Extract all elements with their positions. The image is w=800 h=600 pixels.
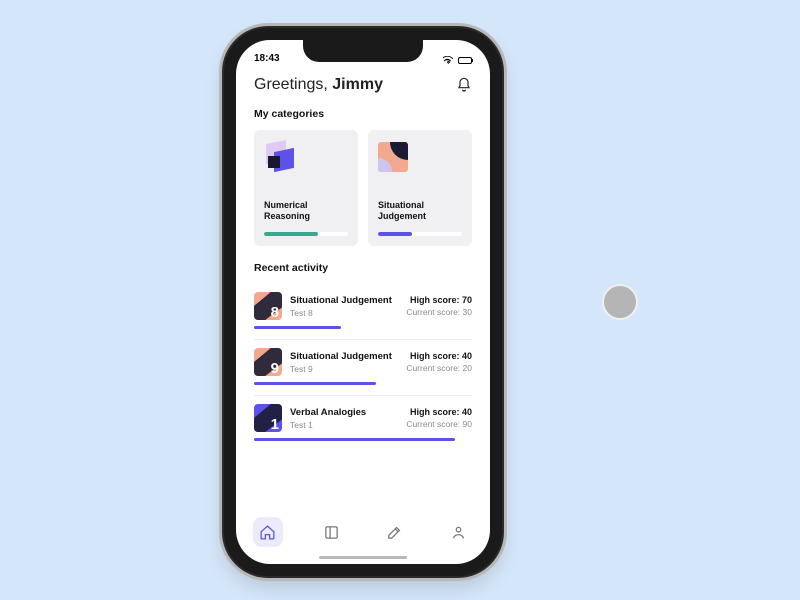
greeting: Greetings, Jimmy [254, 76, 383, 94]
activity-high-score: High score: 40 [410, 351, 472, 361]
activity-current-score: Current score: 20 [406, 363, 472, 373]
activity-badge: 8 [254, 292, 282, 320]
greeting-prefix: Greetings, [254, 76, 332, 93]
activity-progress [254, 438, 455, 441]
category-label: Situational Judgement [378, 200, 462, 223]
activity-title: Situational Judgement [290, 351, 398, 362]
phone-notch [303, 40, 423, 62]
phone-screen: 18:43 Greetings, Jimmy My categories [236, 40, 490, 564]
wifi-icon [443, 56, 454, 64]
status-time: 18:43 [254, 53, 280, 64]
status-icons [443, 56, 472, 64]
activity-heading: Recent activity [254, 262, 472, 274]
category-icon-situational [378, 142, 408, 172]
home-indicator[interactable] [319, 556, 407, 559]
activity-subtitle: Test 1 [290, 420, 398, 430]
activity-title: Situational Judgement [290, 295, 398, 306]
activity-high-score: High score: 70 [410, 295, 472, 305]
activity-progress [254, 382, 376, 385]
activity-item[interactable]: 9 Situational Judgement Test 9 High scor… [254, 340, 472, 396]
category-progress [264, 232, 348, 236]
category-label: Numerical Reasoning [264, 200, 348, 223]
activity-title: Verbal Analogies [290, 407, 398, 418]
activity-progress [254, 326, 341, 329]
category-icon-numerical [264, 142, 294, 172]
phone-frame: 18:43 Greetings, Jimmy My categories [224, 28, 502, 576]
battery-icon [458, 57, 472, 64]
activity-subtitle: Test 8 [290, 308, 398, 318]
tab-home[interactable] [253, 517, 283, 547]
activity-list: 8 Situational Judgement Test 8 High scor… [254, 284, 472, 451]
activity-badge: 1 [254, 404, 282, 432]
categories-heading: My categories [254, 108, 472, 120]
bell-icon[interactable] [456, 77, 472, 93]
activity-high-score: High score: 40 [410, 407, 472, 417]
activity-item[interactable]: 8 Situational Judgement Test 8 High scor… [254, 284, 472, 340]
tab-profile[interactable] [443, 517, 473, 547]
activity-subtitle: Test 9 [290, 364, 398, 374]
activity-current-score: Current score: 30 [406, 307, 472, 317]
categories-row[interactable]: Numerical Reasoning Situational Judgemen… [254, 130, 472, 246]
activity-current-score: Current score: 90 [406, 419, 472, 429]
tab-compose[interactable] [380, 517, 410, 547]
category-card-numerical[interactable]: Numerical Reasoning [254, 130, 358, 246]
activity-item[interactable]: 1 Verbal Analogies Test 1 High score: 40… [254, 396, 472, 451]
category-progress [378, 232, 462, 236]
category-card-situational[interactable]: Situational Judgement [368, 130, 472, 246]
page-accent-dot [602, 284, 638, 320]
tab-library[interactable] [316, 517, 346, 547]
activity-badge: 9 [254, 348, 282, 376]
content-area: Greetings, Jimmy My categories Numerical… [236, 66, 490, 510]
header: Greetings, Jimmy [254, 76, 472, 94]
greeting-name: Jimmy [332, 76, 383, 93]
